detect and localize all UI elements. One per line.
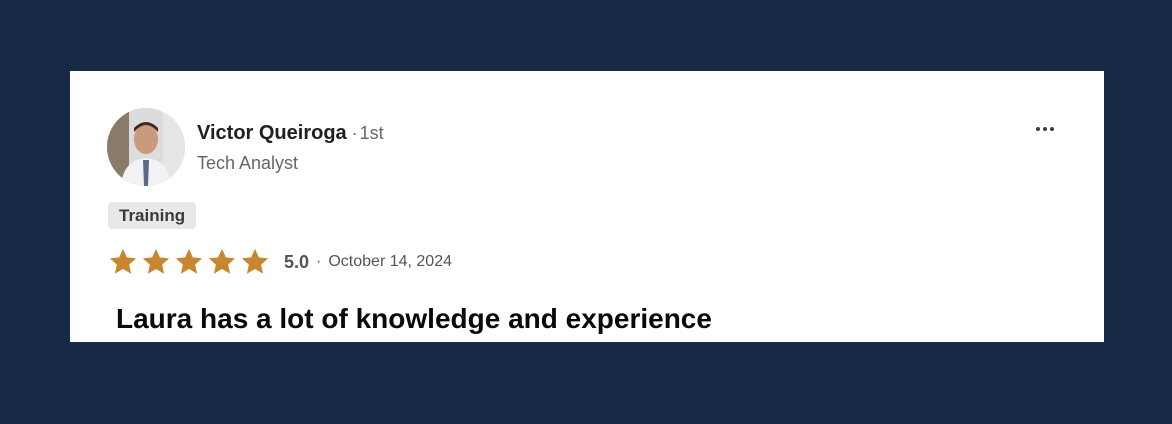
reviewer-name-line: Victor Queiroga · 1st [197,120,384,148]
name-separator: · [351,123,358,143]
review-card: Victor Queiroga · 1st Tech Analyst Trainin… [70,71,1104,342]
rating-row: 5.0 · October 14, 2024 [108,245,452,279]
reviewer-name[interactable]: Victor Queiroga [197,122,347,144]
connection-degree: 1st [359,123,384,143]
star-icon [142,248,170,274]
star-icon [208,248,236,274]
reviewer-headline: Tech Analyst [197,153,299,173]
avatar[interactable] [107,108,185,186]
star-icon [175,248,203,274]
star-icon [109,248,137,274]
avatar-photo [107,108,185,186]
more-horizontal-icon [1036,127,1054,131]
service-tag: Training [108,202,197,229]
rating-score: 5.0 [284,251,310,272]
review-date: October 14, 2024 [328,253,452,270]
rating-separator: · [316,253,322,270]
more-options-button[interactable] [1030,118,1060,140]
star-icon [241,248,269,274]
review-text: Laura has a lot of knowledge and experie… [116,303,712,334]
star-rating [108,247,270,277]
